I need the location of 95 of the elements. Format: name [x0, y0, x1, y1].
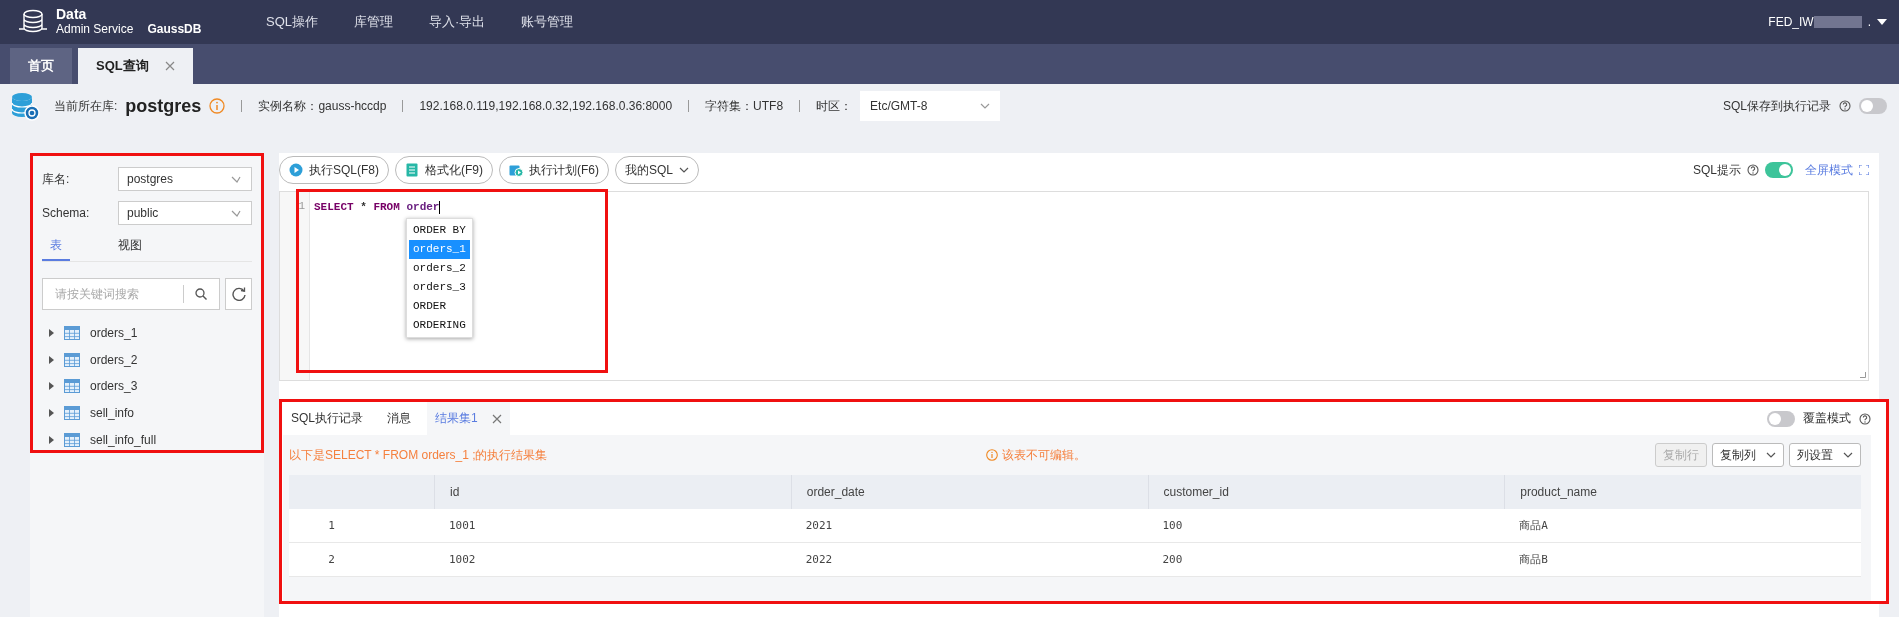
toggle-switch[interactable] [1765, 162, 1793, 178]
table-icon [64, 406, 80, 421]
page-tab[interactable]: 首页 [10, 48, 72, 84]
chevron-down-icon [231, 209, 243, 217]
table-cell: 2021 [790, 509, 1148, 543]
table-cell: 1001 [434, 509, 791, 543]
table-cell: 200 [1147, 543, 1505, 577]
tree-item[interactable]: orders_2 [42, 346, 252, 374]
label: 时区： [816, 97, 853, 115]
toolbar-button[interactable]: 格式化(F9) [395, 156, 493, 184]
suggestion-item[interactable]: orders_3 [409, 278, 470, 297]
resize-handle-icon [1860, 372, 1866, 378]
tab[interactable]: 视图 [110, 235, 150, 261]
result-tab[interactable]: SQL执行记录 [283, 402, 371, 435]
field-label: 库名: [42, 170, 71, 188]
user-suffix: . [1867, 15, 1871, 29]
info-icon [986, 449, 998, 461]
tree-item[interactable]: orders_3 [42, 373, 252, 400]
toolbar-button[interactable]: 执行计划(F6) [499, 156, 609, 184]
action-button[interactable]: 复制列 [1712, 443, 1784, 467]
label: SQL提示 [1693, 161, 1741, 179]
user-name[interactable]: FED_IW [1768, 15, 1814, 29]
result-summary: 以下是SELECT * FROM orders_1 ;的执行结果集 [289, 446, 549, 464]
toggle-switch[interactable] [1859, 98, 1887, 114]
column-header[interactable]: id [434, 475, 791, 509]
expand-icon [1859, 165, 1869, 175]
timezone-select[interactable]: Etc/GMT-8 [860, 91, 1001, 121]
row-number: 1 [289, 509, 434, 543]
brand-name: Data [56, 7, 88, 22]
caret-icon [1877, 19, 1887, 25]
server-address: 192.168.0.119,192.168.0.32,192.168.0.36:8000 [419, 99, 673, 113]
label: 当前所在库: [54, 97, 118, 115]
table-cell: 100 [1147, 509, 1505, 543]
result-tab[interactable]: 结果集1 [427, 402, 510, 435]
help-icon [1839, 100, 1851, 112]
play-icon [289, 163, 303, 177]
row-number: 2 [289, 543, 434, 577]
product-name: GaussDB [147, 22, 202, 36]
plan-icon [509, 163, 523, 177]
toolbar-button[interactable]: 执行SQL(F8) [279, 156, 389, 184]
database-name: postgres [125, 95, 202, 117]
code-editor[interactable]: 1 SELECT * FROM order ORDER BY orders_1 orders_2 orders_3 ORDER ORDERING [279, 191, 1869, 381]
suggestion-item[interactable]: orders_2 [409, 259, 470, 278]
column-header[interactable]: product_name [1504, 475, 1861, 509]
menu-item[interactable]: SQL操作 [266, 13, 318, 31]
tree-item[interactable]: sell_info [42, 399, 252, 427]
database-icon [10, 91, 40, 121]
notice-text: 该表不可编辑。 [1002, 446, 1086, 464]
chevron-down-icon [679, 167, 690, 173]
column-header[interactable]: order_date [790, 475, 1148, 509]
table-icon [64, 432, 80, 447]
chevron-down-icon [231, 175, 243, 183]
search-icon [195, 288, 207, 300]
table-icon [64, 379, 80, 394]
suggestion-item[interactable]: ORDERING [409, 316, 470, 335]
menu-item[interactable]: 导入·导出 [429, 13, 486, 31]
line-number: 1 [297, 200, 306, 214]
toggle-switch[interactable] [1767, 410, 1795, 427]
column-header[interactable]: customer_id [1147, 475, 1505, 509]
help-icon [1747, 164, 1759, 176]
select-field[interactable]: public [118, 201, 252, 225]
refresh-icon [231, 287, 246, 301]
chevron-down-icon [980, 103, 991, 109]
help-icon [1859, 412, 1871, 425]
table-cell: 商品B [1504, 543, 1861, 577]
menu-item[interactable]: 库管理 [354, 13, 393, 31]
action-button[interactable]: 列设置 [1789, 443, 1861, 467]
menu-item[interactable]: 账号管理 [521, 13, 574, 31]
table-cell: 2022 [790, 543, 1148, 577]
tab[interactable]: 表 [42, 235, 70, 261]
page-tab[interactable]: SQL查询 [78, 48, 193, 84]
redacted-block [1813, 16, 1862, 28]
suggestion-item[interactable]: ORDER BY [409, 221, 470, 240]
field-label: Schema: [42, 206, 91, 220]
toolbar-button[interactable]: 我的SQL [615, 156, 700, 184]
fullscreen-link[interactable]: 全屏模式 [1805, 161, 1853, 179]
table-icon [64, 352, 80, 367]
label: SQL保存到执行记录 [1723, 97, 1831, 115]
document-icon [405, 163, 419, 177]
info-icon [209, 98, 226, 114]
result-tab[interactable]: 消息 [379, 402, 419, 435]
charset: 字符集：UTF8 [705, 97, 784, 115]
brand-subtitle: Admin Service [56, 22, 134, 37]
tree-item[interactable]: orders_1 [42, 320, 252, 347]
tree-item[interactable]: sell_info_full [42, 426, 252, 453]
table-cell: 1002 [434, 543, 791, 577]
code-line: SELECT * FROM order [314, 200, 442, 214]
search-field[interactable]: 请按关键词搜索 [42, 278, 220, 310]
refresh-button[interactable] [225, 278, 252, 310]
suggestion-item[interactable]: ORDER [409, 297, 470, 316]
instance-name: 实例名称：gauss-hccdp [258, 97, 387, 115]
table-icon [64, 326, 80, 341]
label: 覆盖模式 [1803, 410, 1851, 427]
select-field[interactable]: postgres [118, 167, 252, 191]
table-cell: 商品A [1504, 509, 1861, 543]
